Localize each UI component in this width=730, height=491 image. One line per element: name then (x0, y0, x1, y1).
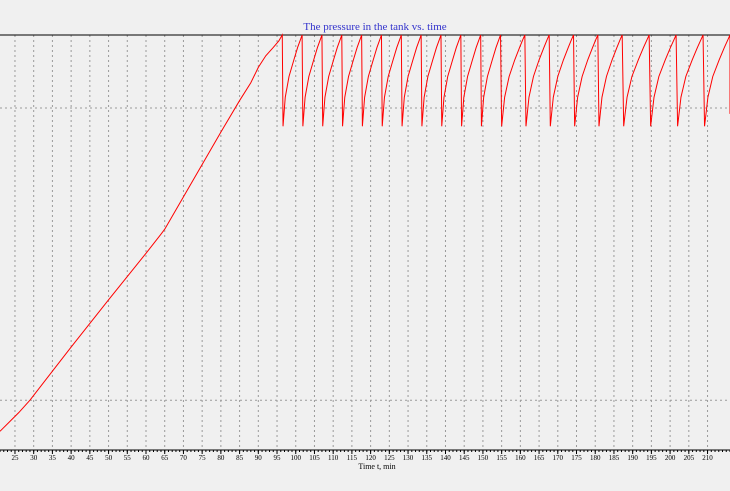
x-tick-label: 30 (30, 454, 38, 462)
x-tick-label: 200 (665, 454, 676, 462)
x-tick-label: 140 (440, 454, 451, 462)
x-tick-label: 130 (403, 454, 414, 462)
x-tick-label: 185 (609, 454, 620, 462)
x-tick-label: 100 (290, 454, 301, 462)
x-axis-label: Time t, min (358, 462, 395, 471)
x-tick-label: 95 (274, 454, 282, 462)
x-tick-label: 170 (553, 454, 564, 462)
x-tick-label: 40 (68, 454, 76, 462)
pressure-chart: The pressure in the tank vs. time 25 30 35… (0, 21, 730, 471)
x-tick-label: 190 (627, 454, 638, 462)
x-tick-label: 115 (347, 454, 358, 462)
x-tick-label: 205 (684, 454, 695, 462)
x-tick-label: 195 (646, 454, 657, 462)
x-tick-label: 25 (11, 454, 19, 462)
x-tick-label: 80 (217, 454, 225, 462)
x-tick-label: 35 (49, 454, 57, 462)
x-tick-label: 210 (702, 454, 713, 462)
x-tick-label: 55 (124, 454, 132, 462)
x-tick-label: 75 (199, 454, 207, 462)
x-tick-label: 110 (328, 454, 339, 462)
x-tick-label: 85 (236, 454, 244, 462)
x-tick-label: 135 (422, 454, 433, 462)
x-tick-label: 50 (105, 454, 113, 462)
axis-layer: 25 30 35 40 45 50 55 60 65 70 75 80 85 90 95 100 105 110 1… (0, 34, 730, 462)
pressure-series-line (0, 33, 730, 432)
chart-title: The pressure in the tank vs. time (303, 21, 446, 33)
x-tick-label: 90 (255, 454, 263, 462)
x-tick-label: 70 (180, 454, 188, 462)
chart-area: The pressure in the tank vs. time 25 30 35… (0, 0, 730, 486)
x-tick-label: 175 (571, 454, 582, 462)
x-tick-label: 60 (143, 454, 151, 462)
x-tick-label: 150 (478, 454, 489, 462)
x-tick-label: 160 (515, 454, 526, 462)
series-layer (0, 33, 730, 432)
x-tick-label: 155 (496, 454, 507, 462)
x-tick-label: 165 (534, 454, 545, 462)
x-tick-label: 145 (459, 454, 470, 462)
x-tick-label: 45 (86, 454, 94, 462)
x-tick-label: 65 (161, 454, 169, 462)
x-tick-label: 125 (384, 454, 395, 462)
x-tick-label: 105 (309, 454, 320, 462)
x-tick-label: 120 (365, 454, 376, 462)
x-tick-label: 180 (590, 454, 601, 462)
